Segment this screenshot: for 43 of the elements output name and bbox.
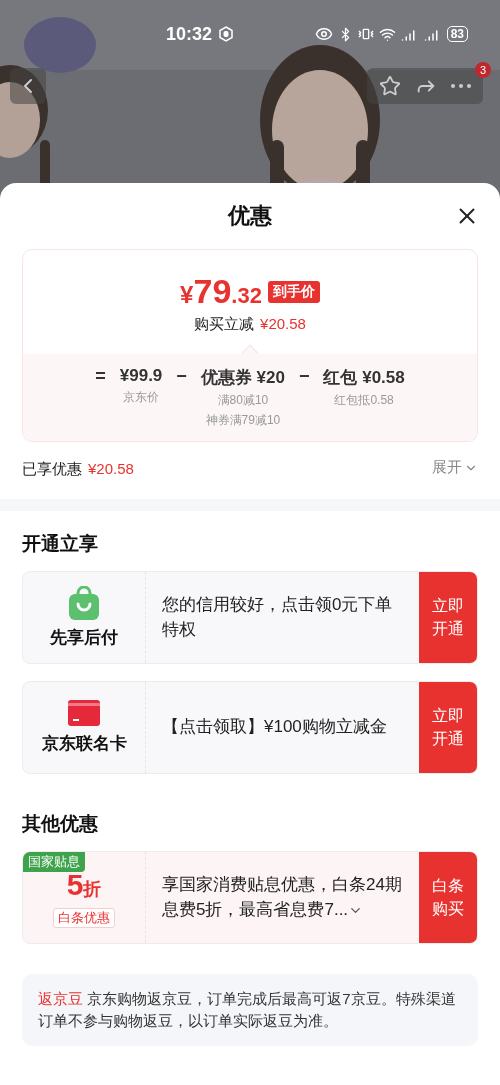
price-note: 满80减10 (217, 392, 269, 409)
favorite-button[interactable] (379, 75, 401, 97)
price-note: 京东价 (123, 389, 160, 406)
price-note: 神券满79减10 (205, 412, 281, 429)
subsidy-badge: 国家贴息 (23, 852, 85, 872)
offer-description: 享国家消费贴息优惠，白条24期息费5折，最高省息费7... (162, 873, 403, 921)
sheet-title: 优惠 (228, 202, 272, 230)
saving-value: ¥20.58 (260, 315, 306, 334)
bank-card-icon (68, 700, 100, 726)
operator: = (95, 366, 106, 388)
expand-button[interactable]: 展开 (432, 458, 478, 477)
offer-description: 您的信用较好，点击领0元下单特权 (162, 593, 394, 641)
vibrate-icon (357, 26, 374, 42)
operator: − (176, 366, 187, 388)
offer-action-button[interactable]: 立即开通 (419, 572, 477, 663)
eye-icon (314, 25, 333, 43)
more-button[interactable] (451, 84, 471, 88)
battery-level: 83 (446, 26, 468, 42)
offer-name: 京东联名卡 (41, 733, 127, 755)
price-tag: 到手价 (267, 280, 320, 303)
price-component: 优惠券 ¥20 (200, 367, 285, 389)
hand-icon (218, 26, 235, 42)
price-note: 红包抵0.58 (334, 392, 394, 409)
enjoyed-value: ¥20.58 (88, 460, 134, 479)
offer-label: 白条优惠 (53, 907, 115, 928)
section-title: 开通立享 (21, 532, 99, 556)
final-price: ¥79.32 (180, 272, 262, 311)
info-text: 返京豆 京东购物返京豆，订单完成后最高可返7京豆。特殊渠道订单不参与购物返豆，以订单实际返豆为准。 (38, 989, 457, 1031)
more-icon (451, 84, 471, 88)
price-component: ¥99.9 (119, 366, 163, 386)
section-title: 其他优惠 (21, 812, 99, 836)
enjoyed-label: 已享优惠 (22, 460, 82, 479)
offer-action-button[interactable]: 白条购买 (419, 852, 477, 943)
saving-label: 购买立减 (194, 315, 255, 334)
price-component: 红包 ¥0.58 (323, 367, 405, 389)
offer-description: 【点击领取】¥100购物立减金 (162, 716, 387, 739)
clock-time: 10:32 (166, 23, 213, 45)
star-icon (379, 75, 401, 97)
shopping-bag-icon (68, 586, 100, 620)
operator: − (298, 366, 310, 388)
back-button[interactable] (10, 68, 46, 104)
offer-name: 先享后付 (50, 627, 118, 649)
offer-action-button[interactable]: 立即开通 (419, 682, 477, 773)
